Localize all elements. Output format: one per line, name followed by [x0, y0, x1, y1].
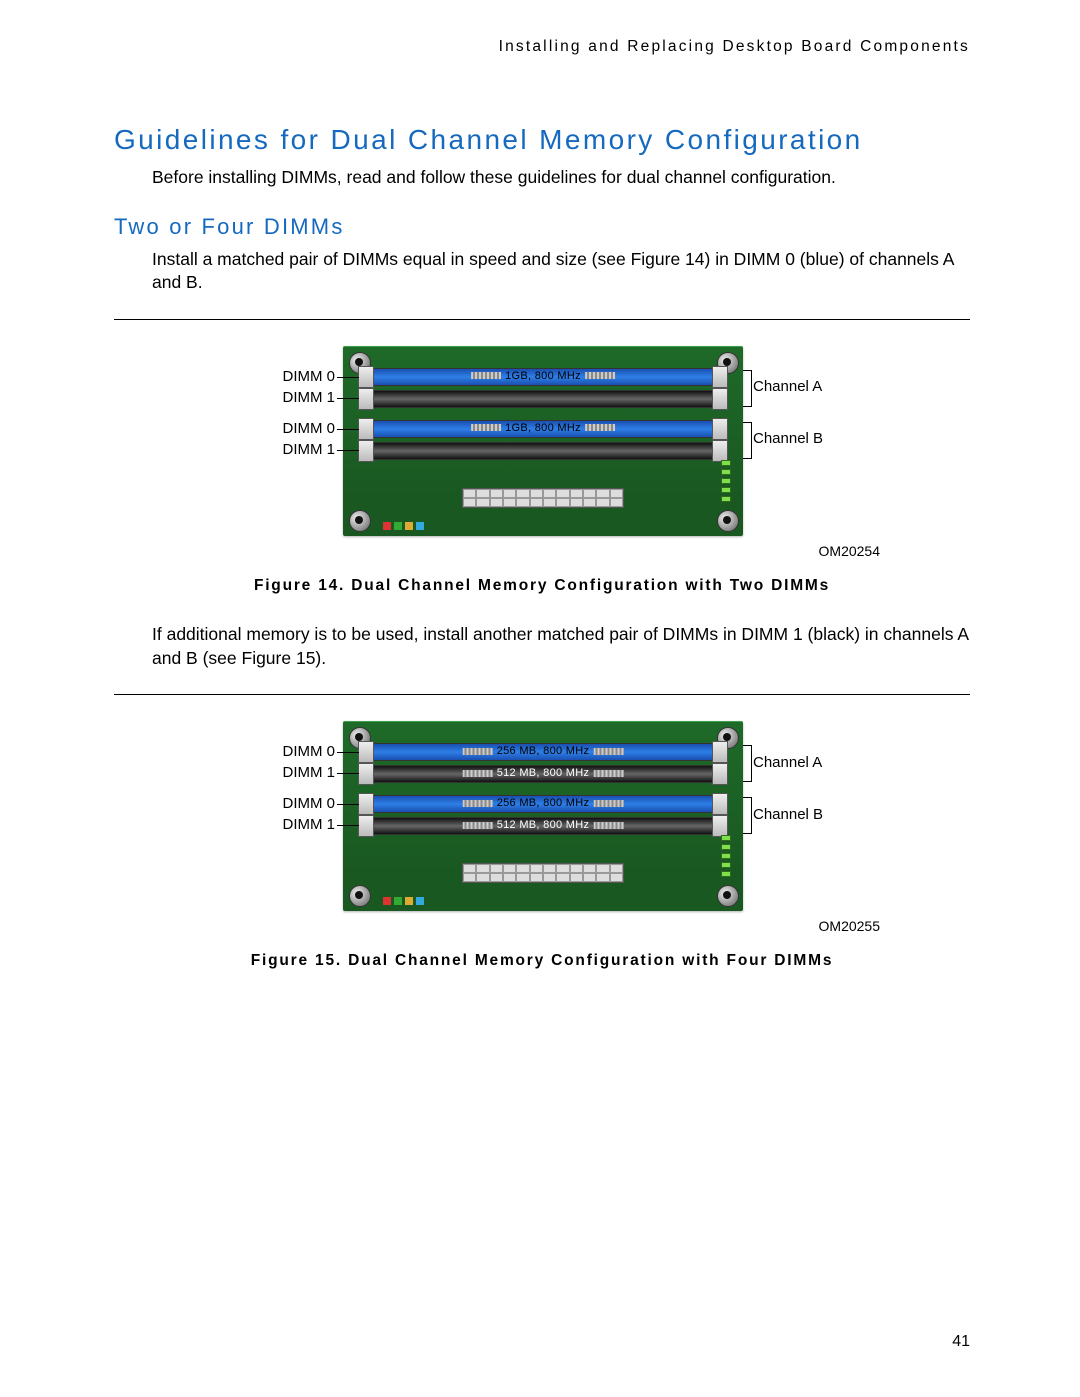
led-strip-icon	[721, 460, 731, 502]
section-title: Guidelines for Dual Channel Memory Confi…	[114, 124, 970, 156]
figure-15-caption: Figure 15. Dual Channel Memory Configura…	[114, 952, 970, 970]
dimm-slot: 512 MB, 800 MHz	[361, 765, 725, 783]
paragraph-2: If additional memory is to be used, inst…	[152, 623, 970, 670]
dimm-index-label: DIMM 1	[267, 441, 335, 458]
rule	[114, 694, 970, 695]
channel-label: Channel A	[753, 754, 822, 771]
rule	[114, 319, 970, 320]
dimm-index-label: DIMM 0	[267, 420, 335, 437]
channel-label: Channel B	[753, 430, 823, 447]
figure-15-code: OM20255	[114, 918, 880, 934]
atx-power-connector-icon	[462, 863, 624, 883]
dimm-index-label: DIMM 0	[267, 368, 335, 385]
atx-power-connector-icon	[462, 488, 624, 508]
dimm-slot: 1GB, 800 MHz	[361, 368, 725, 386]
dimm-index-label: DIMM 1	[267, 389, 335, 406]
figure-14-caption: Figure 14. Dual Channel Memory Configura…	[114, 577, 970, 595]
dimm-slot: 1GB, 800 MHz	[361, 420, 725, 438]
screw-icon	[717, 885, 739, 907]
channel-label: Channel B	[753, 806, 823, 823]
dimm-index-label: DIMM 0	[267, 795, 335, 812]
color-chip-icon	[383, 522, 424, 530]
dimm-slot: 256 MB, 800 MHz	[361, 743, 725, 761]
subsection-title: Two or Four DIMMs	[114, 214, 970, 240]
page-number: 41	[952, 1333, 970, 1351]
dimm-module-label: 512 MB, 800 MHz	[459, 767, 628, 779]
paragraph-1: Install a matched pair of DIMMs equal in…	[152, 248, 970, 295]
dimm-index-label: DIMM 1	[267, 764, 335, 781]
dimm-slot: 512 MB, 800 MHz	[361, 817, 725, 835]
figure-15-diagram: 256 MB, 800 MHz 512 MB, 800 MHz 256 MB, 80…	[267, 711, 817, 911]
channel-label: Channel A	[753, 378, 822, 395]
dimm-module-label: 1GB, 800 MHz	[467, 422, 619, 434]
dimm-index-label: DIMM 1	[267, 816, 335, 833]
color-chip-icon	[383, 897, 424, 905]
dimm-module-label: 256 MB, 800 MHz	[459, 745, 628, 757]
dimm-slot	[361, 442, 725, 460]
screw-icon	[717, 510, 739, 532]
dimm-slot: 256 MB, 800 MHz	[361, 795, 725, 813]
dimm-module-label: 1GB, 800 MHz	[467, 370, 619, 382]
screw-icon	[349, 885, 371, 907]
intro-paragraph: Before installing DIMMs, read and follow…	[152, 166, 970, 190]
figure-14-diagram: 1GB, 800 MHz 1GB, 800 MHz DIMM 0 DIMM 1 DIMM…	[267, 336, 817, 536]
dimm-index-label: DIMM 0	[267, 743, 335, 760]
led-strip-icon	[721, 835, 731, 877]
dimm-module-label: 256 MB, 800 MHz	[459, 797, 628, 809]
dimm-slot	[361, 390, 725, 408]
screw-icon	[349, 510, 371, 532]
figure-14-code: OM20254	[114, 543, 880, 559]
dimm-module-label: 512 MB, 800 MHz	[459, 819, 628, 831]
running-header: Installing and Replacing Desktop Board C…	[114, 38, 970, 56]
